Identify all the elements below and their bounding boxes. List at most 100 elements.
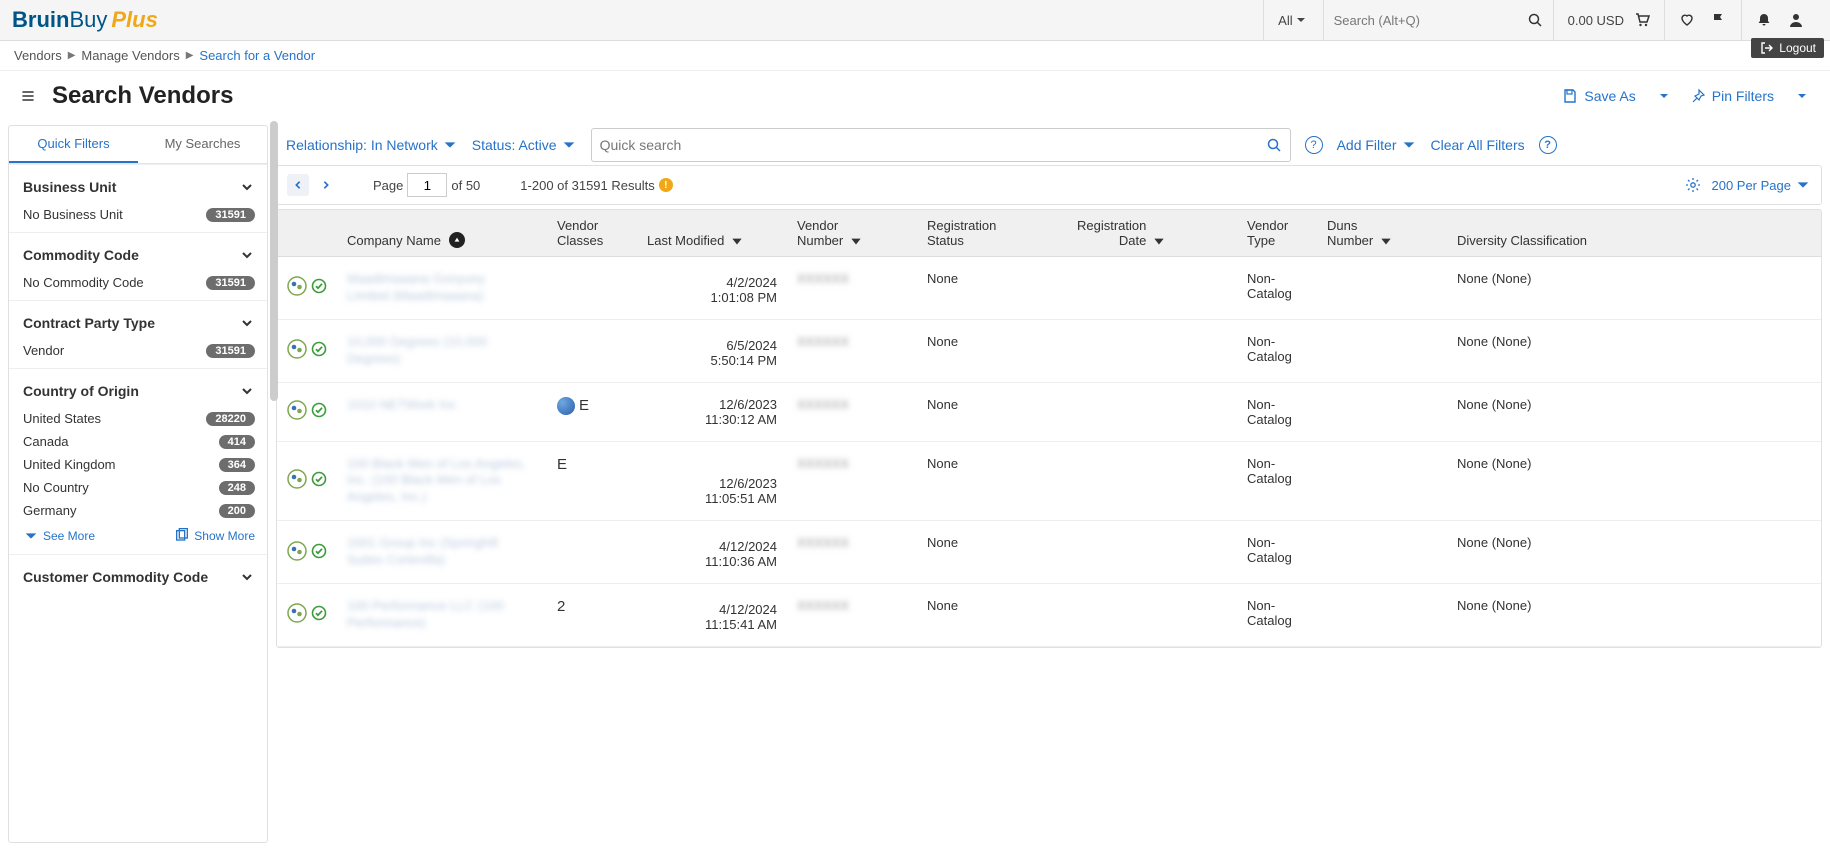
scrollbar[interactable] [270, 121, 278, 401]
filter-commodity-code[interactable]: Commodity Code [23, 243, 255, 271]
filter-coo-de[interactable]: Germany200 [23, 499, 255, 522]
gear-icon[interactable] [1685, 177, 1701, 193]
filter-relationship[interactable]: Relationship: In Network [286, 137, 458, 153]
check-icon [311, 543, 327, 562]
network-icon [287, 541, 307, 564]
pin-filters-button[interactable]: Pin Filters [1690, 88, 1810, 104]
filter-business-unit[interactable]: Business Unit [23, 175, 255, 203]
add-filter-button[interactable]: Add Filter [1337, 137, 1417, 153]
search-icon [1527, 12, 1543, 28]
cell-vendor-type: Non-Catalog [1237, 383, 1317, 441]
col-vendor-number[interactable]: VendorNumber [787, 210, 917, 256]
table-row[interactable]: 1001 Group Inc (SpringhillSuites Cortevi… [277, 521, 1821, 584]
cart-button[interactable]: 0.00 USD [1553, 0, 1664, 41]
filter-contract-party-type[interactable]: Contract Party Type [23, 311, 255, 339]
page-input[interactable] [407, 173, 447, 197]
col-vendor-classes[interactable]: VendorClasses [547, 210, 637, 256]
cell-vendor-type: Non-Catalog [1237, 442, 1317, 521]
table-row[interactable]: 10,000 Degrees (10,000Degrees)6/5/20245:… [277, 320, 1821, 383]
filter-bu-none[interactable]: No Business Unit 31591 [23, 203, 255, 226]
chevron-down-icon [239, 179, 255, 195]
cell-duns [1317, 584, 1447, 646]
table-row[interactable]: 100 Black Men of Los Angeles,Inc. (100 B… [277, 442, 1821, 522]
see-more-link[interactable]: See More [23, 528, 95, 544]
filter-coo-us[interactable]: United States28220 [23, 407, 255, 430]
crumb-search-vendor[interactable]: Search for a Vendor [199, 48, 315, 63]
filter-country-origin[interactable]: Country of Origin [23, 379, 255, 407]
col-diversity[interactable]: Diversity Classification [1447, 210, 1821, 256]
filter-coo-uk[interactable]: United Kingdom364 [23, 453, 255, 476]
cell-reg-status: None [917, 521, 1067, 583]
filter-coo-ca[interactable]: Canada414 [23, 430, 255, 453]
topbar: BruinBuyPlus All Search (Alt+Q) 0.00 USD [0, 0, 1830, 41]
logo[interactable]: BruinBuyPlus [12, 7, 158, 33]
check-icon [311, 402, 327, 421]
search-icon[interactable] [1266, 137, 1282, 153]
filter-cc-none[interactable]: No Commodity Code 31591 [23, 271, 255, 294]
table-row[interactable]: 100 Performance LLC (100Performance)24/1… [277, 584, 1821, 647]
crumb-vendors[interactable]: Vendors [14, 48, 62, 63]
filter-cpt-vendor[interactable]: Vendor 31591 [23, 339, 255, 362]
prev-page-button[interactable] [287, 174, 309, 196]
user-icon[interactable] [1786, 0, 1818, 41]
network-icon [287, 276, 307, 299]
quick-search-input[interactable]: Quick search [591, 128, 1291, 162]
check-icon [311, 605, 327, 624]
scope-selector[interactable]: All [1263, 0, 1322, 41]
save-as-button[interactable]: Save As [1562, 88, 1671, 104]
show-more-link[interactable]: Show More [174, 528, 255, 544]
cell-duns [1317, 320, 1447, 382]
col-registration-status[interactable]: RegistrationStatus [917, 210, 1067, 256]
vendor-name-link[interactable]: 1010 NETWork Inc [347, 397, 457, 412]
help-icon-2[interactable]: ? [1539, 136, 1557, 154]
crumb-manage[interactable]: Manage Vendors [81, 48, 179, 63]
help-icon[interactable]: ? [1305, 136, 1323, 154]
menu-icon[interactable] [20, 88, 36, 104]
next-page-button[interactable] [315, 174, 337, 196]
vendor-name-link[interactable]: 10,000 Degrees (10,000 [347, 334, 487, 349]
favorites-icon[interactable] [1664, 0, 1709, 41]
logout-button[interactable]: Logout [1751, 38, 1824, 58]
flag-icon[interactable] [1709, 0, 1741, 41]
notifications-icon[interactable] [1741, 0, 1786, 41]
filter-customer-commodity-code[interactable]: Customer Commodity Code [23, 565, 255, 593]
global-search[interactable]: Search (Alt+Q) [1323, 0, 1553, 41]
vendor-name-link[interactable]: 1001 Group Inc (Springhill [347, 535, 498, 550]
col-registration-date[interactable]: RegistrationDate [1067, 210, 1237, 256]
cell-diversity: None (None) [1447, 320, 1821, 382]
chevron-down-icon [239, 569, 255, 585]
caret-down-icon [23, 528, 39, 544]
cell-reg-date [1067, 257, 1237, 319]
cell-vendor-number: XXXXXX [787, 257, 917, 319]
col-company-name[interactable]: Company Name [337, 210, 547, 256]
col-vendor-type[interactable]: VendorType [1237, 210, 1317, 256]
vendor-name-link[interactable]: 100 Black Men of Los Angeles, [347, 456, 526, 471]
vendor-name-link[interactable]: 100 Performance LLC (100 [347, 598, 504, 613]
per-page-selector[interactable]: 200 Per Page [1711, 177, 1811, 193]
network-icon [287, 400, 307, 423]
cell-reg-status: None [917, 320, 1067, 382]
cell-diversity: None (None) [1447, 584, 1821, 646]
cell-vendor-type: Non-Catalog [1237, 257, 1317, 319]
vendor-name-link[interactable]: Maadimaaana Gonyuny [347, 271, 485, 286]
cell-last-modified: 4/2/20241:01:08 PM [637, 257, 787, 319]
tab-my-searches[interactable]: My Searches [138, 126, 267, 163]
warning-icon[interactable]: ! [659, 178, 673, 192]
table-row[interactable]: Maadimaaana GonyunyLimited (Maadimaaana)… [277, 257, 1821, 320]
breadcrumb: Vendors ▶ Manage Vendors ▶ Search for a … [0, 41, 1830, 71]
cell-reg-date [1067, 320, 1237, 382]
sort-desc-icon [1379, 234, 1393, 248]
cell-reg-status: None [917, 442, 1067, 521]
filter-status[interactable]: Status: Active [472, 137, 577, 153]
chevron-down-icon [239, 383, 255, 399]
count-badge: 31591 [206, 344, 255, 358]
col-duns-number[interactable]: DunsNumber [1317, 210, 1447, 256]
caret-down-icon [1794, 88, 1810, 104]
table-row[interactable]: 1010 NETWork IncE12/6/202311:30:12 AMXXX… [277, 383, 1821, 442]
col-last-modified[interactable]: Last Modified [637, 210, 787, 256]
filter-coo-none[interactable]: No Country248 [23, 476, 255, 499]
cell-vendor-number: XXXXXX [787, 584, 917, 646]
tab-quick-filters[interactable]: Quick Filters [9, 126, 138, 163]
cell-diversity: None (None) [1447, 442, 1821, 521]
clear-all-filters-button[interactable]: Clear All Filters [1431, 137, 1525, 153]
